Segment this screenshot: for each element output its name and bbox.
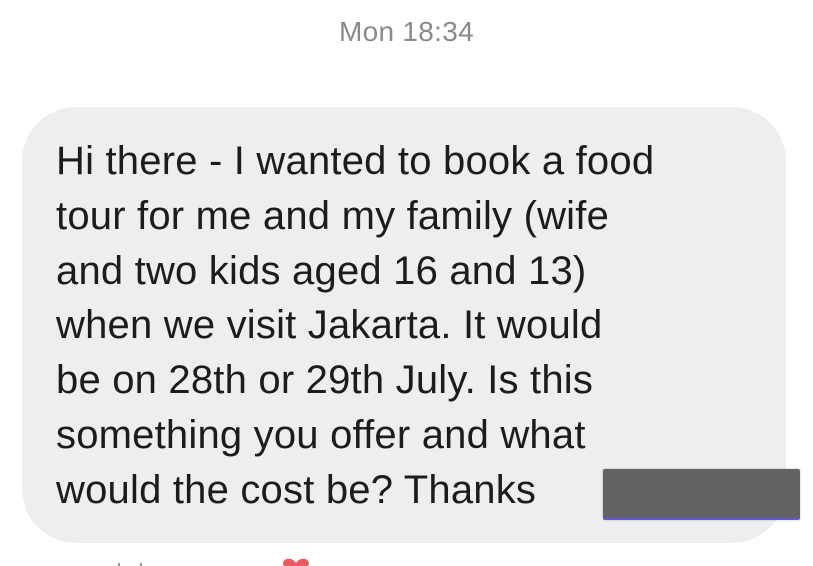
cropped-caption — [118, 560, 148, 566]
reaction-row — [0, 552, 813, 566]
message-timestamp: Mon 18:34 — [338, 16, 475, 47]
heart-icon-graphic — [283, 558, 309, 566]
message-line: when we visit Jakarta. It would — [56, 303, 603, 348]
message-line: be on 28th or 29th July. Is this — [56, 358, 594, 403]
chat-screen: Mon 18:34 Hi there - I wanted to book a … — [0, 0, 813, 566]
message-line: something you offer and what — [56, 412, 586, 457]
message-line: and two kids aged 16 and 13) — [56, 248, 587, 293]
heart-icon[interactable] — [276, 558, 316, 566]
message-line: Hi there - I wanted to book a food — [56, 139, 655, 183]
message-text: Hi there - I wanted to book a food tour … — [56, 134, 756, 518]
redacted-name-block — [603, 469, 800, 520]
message-line: tour for me and my family (wife — [56, 193, 610, 238]
